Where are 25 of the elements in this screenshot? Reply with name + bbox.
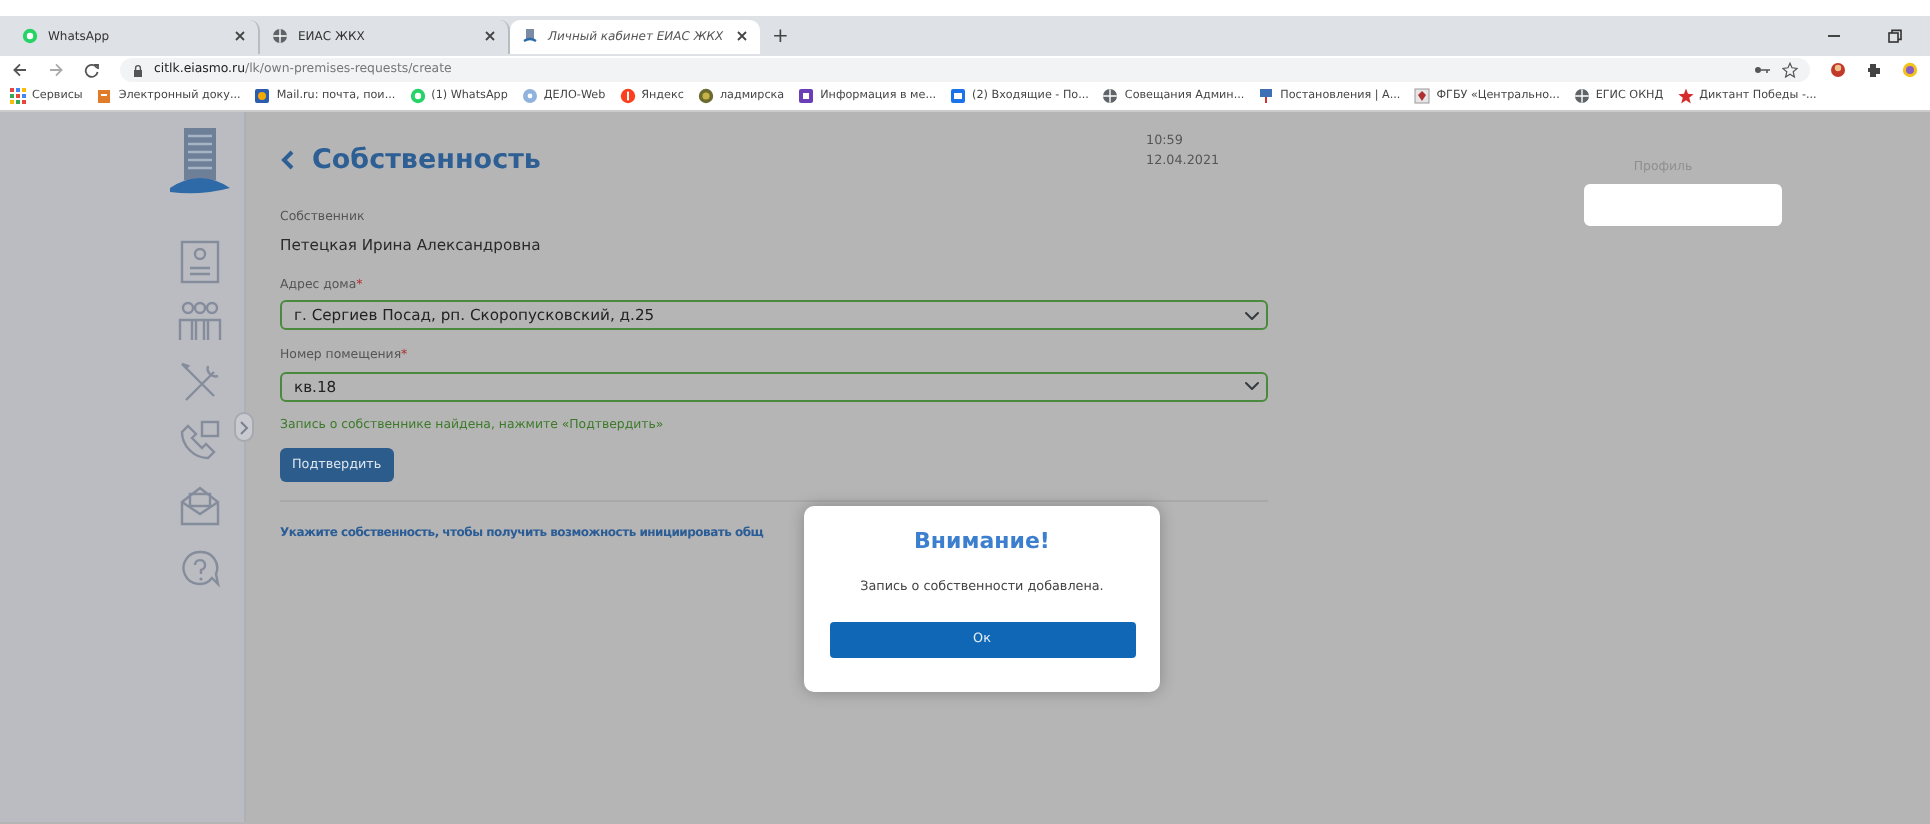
back-icon[interactable] bbox=[280, 150, 296, 171]
avatar-icon[interactable] bbox=[1830, 62, 1846, 78]
star-icon bbox=[1677, 88, 1694, 105]
chat-icon bbox=[22, 28, 38, 44]
dialog-title: Внимание! bbox=[914, 526, 1050, 558]
extensions-icon[interactable] bbox=[1866, 62, 1882, 78]
chevron-icon bbox=[238, 419, 250, 435]
close-icon[interactable] bbox=[484, 30, 496, 42]
reload-icon[interactable] bbox=[84, 62, 100, 78]
building-icon bbox=[522, 28, 538, 44]
lock-icon bbox=[132, 63, 144, 77]
restore-icon[interactable] bbox=[1886, 28, 1902, 44]
globe-icon bbox=[272, 28, 288, 44]
apps-icon bbox=[10, 88, 26, 105]
close-icon[interactable] bbox=[736, 30, 748, 42]
pin-icon bbox=[1258, 88, 1275, 105]
emblem-icon bbox=[697, 88, 714, 105]
key-icon[interactable] bbox=[1754, 62, 1772, 78]
profile-icon[interactable] bbox=[1902, 62, 1918, 78]
star-icon[interactable] bbox=[1782, 62, 1798, 78]
mail-icon bbox=[254, 88, 271, 105]
page-title: Собственность bbox=[312, 142, 541, 180]
back-icon[interactable] bbox=[12, 62, 28, 78]
new-tab-button[interactable]: + bbox=[772, 21, 789, 51]
close-icon[interactable] bbox=[234, 30, 246, 42]
